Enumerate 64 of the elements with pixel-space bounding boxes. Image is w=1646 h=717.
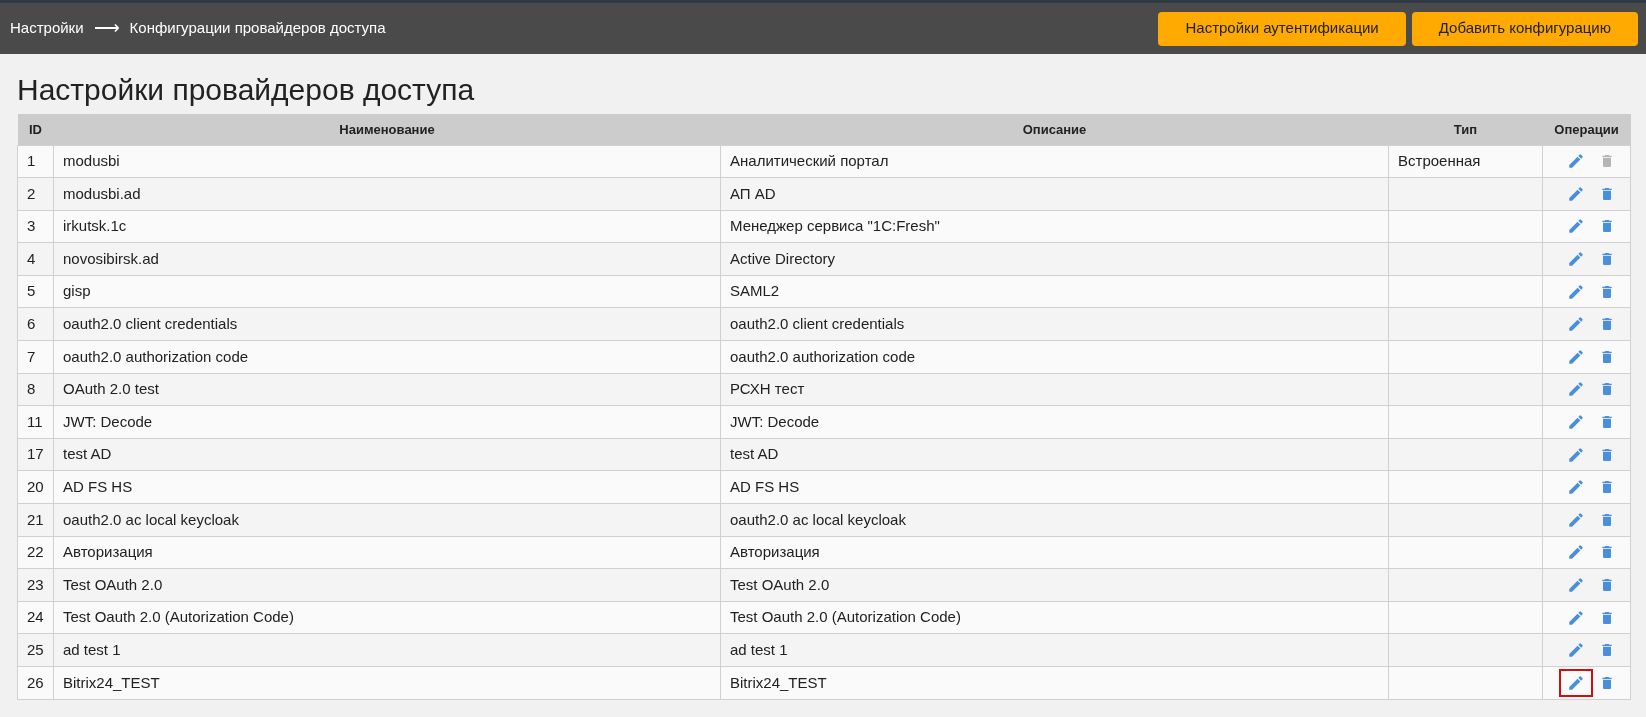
column-header: Тип [1388,114,1543,145]
table-cell: 24 [17,601,54,634]
table-cell: oauth2.0 ac local keycloak [53,503,721,537]
table-cell: JWT: Decode [720,405,1389,439]
table-cell: JWT: Decode [53,405,721,439]
table-cell: 21 [17,503,54,537]
table-cell: oauth2.0 client credentials [720,307,1389,341]
table-cell: AD FS HS [720,470,1389,504]
table-cell: 2 [17,177,54,211]
table-cell: РСХН тест [720,373,1389,406]
page-title: Настройки провайдеров доступа [17,72,476,108]
table-cell: ad test 1 [720,633,1389,667]
table-cell: ad test 1 [53,633,721,667]
table-cell: 11 [17,405,54,439]
table-cell: 3 [17,210,54,243]
table-cell: 20 [17,470,54,504]
table-cell: AD FS HS [53,470,721,504]
table-cell: АП AD [720,177,1389,211]
table-cell: 7 [17,340,54,374]
table-cell: 17 [17,438,54,471]
breadcrumb-item: Конфигурации провайдеров доступа [129,18,386,39]
table-cell: Авторизация [720,536,1389,569]
table-cell: Test Oauth 2.0 (Autorization Code) [53,601,721,634]
header-button[interactable]: Настройки аутентификации [1158,11,1406,46]
column-header: Описание [720,114,1389,145]
table-cell: test AD [53,438,721,471]
table-cell: OAuth 2.0 test [53,373,721,406]
table-cell: modusbi [53,145,721,178]
table-cell: Менеджер сервиса "1C:Fresh" [720,210,1389,243]
table-cell: Test OAuth 2.0 [720,568,1389,602]
table-cell: Аналитический портал [720,145,1389,178]
column-header: Операции [1542,114,1631,145]
table-cell: 8 [17,373,54,406]
breadcrumb-item[interactable]: Настройки [10,17,84,40]
table-cell: 1 [17,145,54,178]
header-button[interactable]: Добавить конфигурацию [1411,11,1638,46]
table-cell: 4 [17,242,54,276]
table-cell: Test OAuth 2.0 [53,568,721,602]
table-cell: SAML2 [720,275,1389,308]
table-cell: Bitrix24_TEST [53,666,721,700]
table-cell: oauth2.0 authorization code [720,340,1389,374]
breadcrumb-separator: ⟶ [93,17,120,40]
column-header: ID [17,114,54,145]
table-cell: 22 [17,536,54,569]
table-cell: 5 [17,275,54,308]
table-cell: Bitrix24_TEST [720,666,1389,700]
column-header: Наименование [53,114,721,145]
table-cell: oauth2.0 ac local keycloak [720,503,1389,537]
table-cell: 6 [17,307,54,341]
table-cell: irkutsk.1c [53,210,721,243]
table-cell: 26 [17,666,54,700]
table-cell: Test Oauth 2.0 (Autorization Code) [720,601,1389,634]
table-cell: test AD [720,438,1389,471]
table-cell: novosibirsk.ad [53,242,721,276]
table-cell: modusbi.ad [53,177,721,211]
table-cell: gisp [53,275,721,308]
table-cell: Авторизация [53,536,721,569]
table-cell: 23 [17,568,54,602]
table-cell: 25 [17,633,54,667]
table-cell: Встроенная [1388,145,1543,178]
table-cell: oauth2.0 authorization code [53,340,721,374]
edit-icon[interactable] [1558,668,1593,697]
table-cell: oauth2.0 client credentials [53,307,721,341]
table-cell: Active Directory [720,242,1389,276]
